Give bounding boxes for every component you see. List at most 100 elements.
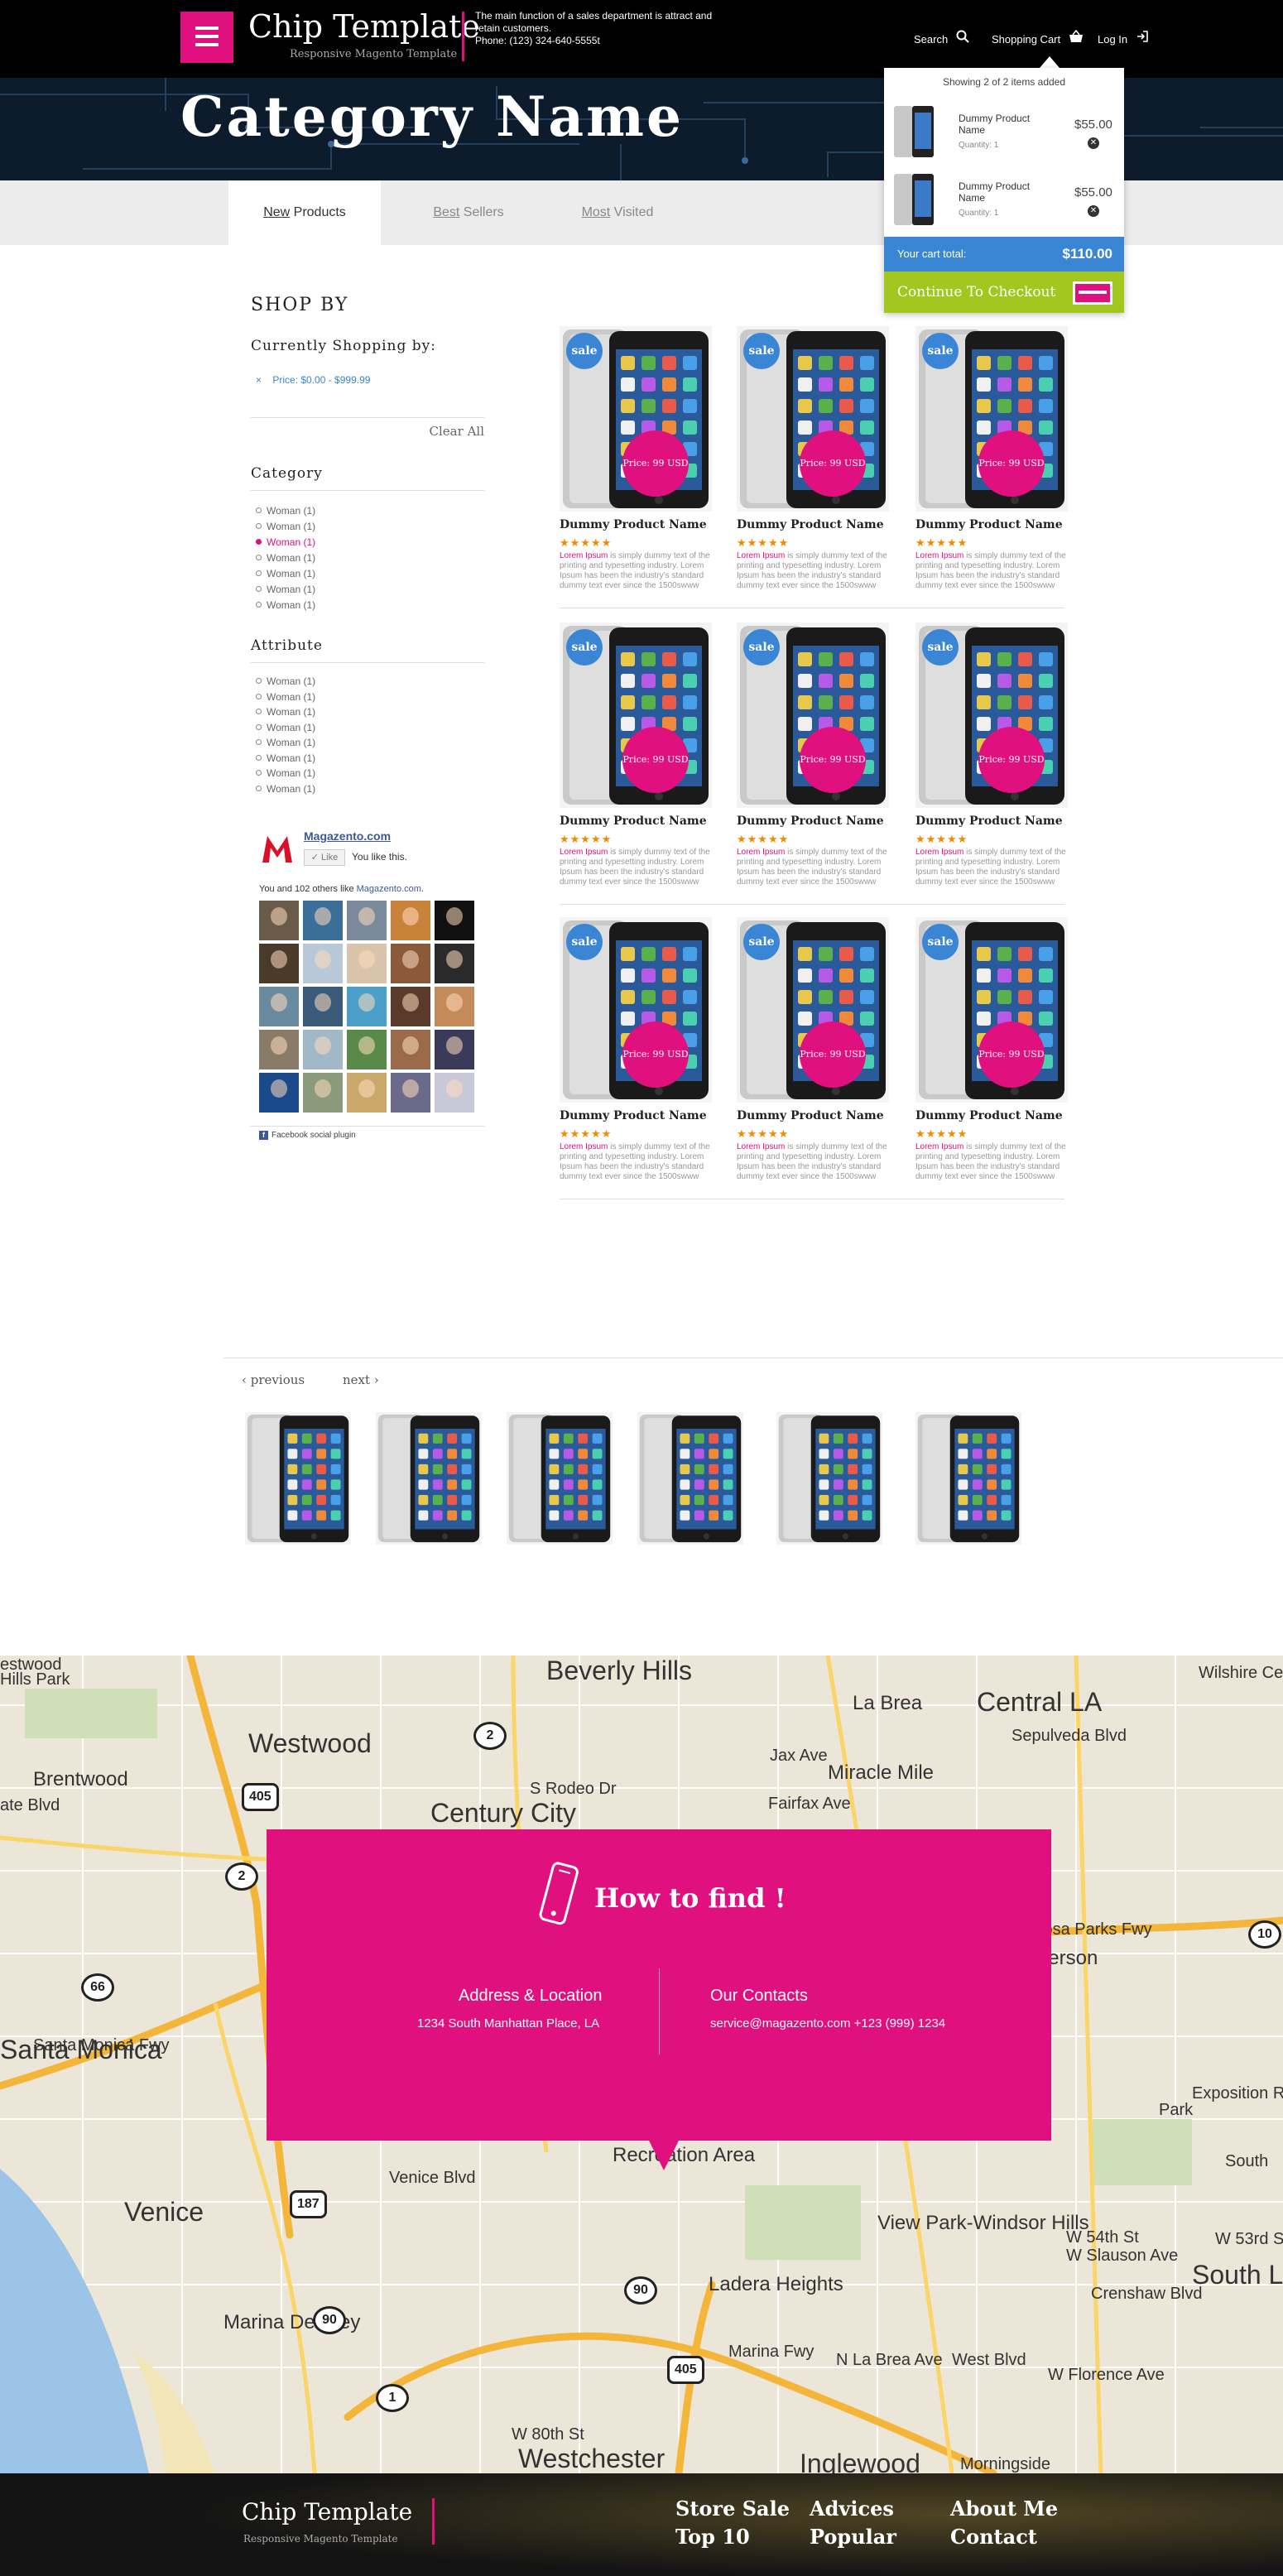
carousel-thumbnail[interactable] [245,1412,351,1545]
remove-icon[interactable]: ✕ [1088,137,1099,149]
category-option[interactable]: Woman (1) [256,584,315,595]
facebook-like-button[interactable]: ✓ Like [304,849,345,866]
carousel-thumbnail[interactable] [915,1412,1021,1545]
nav-cart-label: Shopping Cart [992,33,1061,46]
category-option[interactable]: Woman (1) [256,568,315,579]
attribute-option[interactable]: Woman (1) [256,783,315,795]
fan-avatar[interactable] [259,1073,299,1113]
fan-avatar[interactable] [347,901,387,940]
fan-avatar[interactable] [303,901,343,940]
fan-avatar[interactable] [435,944,474,983]
tab-new-products[interactable]: New Products [228,180,381,245]
product-name[interactable]: Dummy Product Name [560,815,707,828]
attribute-option[interactable]: Woman (1) [256,706,315,718]
product-name[interactable]: Dummy Product Name [915,815,1063,828]
tab-best-sellers[interactable]: Best Sellers [392,180,545,245]
fan-avatar[interactable] [259,1030,299,1069]
category-option[interactable]: Woman (1) [256,552,315,564]
clear-all-link[interactable]: Clear All [430,424,484,439]
category-option[interactable]: Woman (1) [256,536,315,548]
product-thumbnail[interactable] [892,104,935,159]
attribute-option[interactable]: Woman (1) [256,675,315,687]
fan-avatar[interactable] [435,1030,474,1069]
attribute-option[interactable]: Woman (1) [256,722,315,733]
fan-avatar[interactable] [347,1073,387,1113]
cart-item-name[interactable]: Dummy Product Name [959,113,1050,136]
highway-shield: 2 [473,1722,507,1750]
checkout-button[interactable]: Continue To Checkout [884,272,1124,313]
attribute-option[interactable]: Woman (1) [256,737,315,748]
map-place-label: Century City [430,1798,577,1828]
remove-icon[interactable]: ✕ [1088,205,1099,217]
footer-link-store-sale[interactable]: Store Sale [675,2497,790,2521]
cart-item-name[interactable]: Dummy Product Name [959,180,1050,204]
fan-avatar[interactable] [391,1073,430,1113]
product-name[interactable]: Dummy Product Name [737,815,884,828]
category-option-label: Woman (1) [267,536,316,548]
fan-avatar[interactable] [391,987,430,1026]
facebook-page-link[interactable]: Magazento.com [304,829,391,843]
nav-search[interactable]: Search [914,30,969,46]
carousel-thumbnail[interactable] [637,1412,743,1545]
checkout-label: Continue To Checkout [897,284,1056,300]
fan-avatar[interactable] [391,944,430,983]
footer-link-top-10[interactable]: Top 10 [675,2525,750,2549]
fan-avatar[interactable] [391,901,430,940]
footer-link-popular[interactable]: Popular [810,2525,896,2549]
contacts-text[interactable]: service@magazento.com +123 (999) 1234 [710,2016,945,2031]
fan-avatar[interactable] [435,987,474,1026]
product-name[interactable]: Dummy Product Name [737,1109,884,1122]
fan-avatar[interactable] [347,1030,387,1069]
attribute-option[interactable]: Woman (1) [256,752,315,764]
attribute-option-label: Woman (1) [267,752,316,764]
facebook-plugin-footer[interactable]: f Facebook social plugin [259,1131,356,1140]
category-option[interactable]: Woman (1) [256,521,315,532]
fan-avatar[interactable] [259,944,299,983]
fan-avatar[interactable] [259,987,299,1026]
carousel-thumbnail[interactable] [776,1412,882,1545]
price-badge: Price: 99 USD [622,727,689,793]
nav-cart[interactable]: Shopping Cart [992,29,1084,46]
product-name[interactable]: Dummy Product Name [915,1109,1063,1122]
footer-link-about-me[interactable]: About Me [950,2497,1058,2521]
attribute-option-label: Woman (1) [267,767,316,779]
fan-avatar[interactable] [435,1073,474,1113]
fan-avatar[interactable] [347,987,387,1026]
map-place-label: Park [1159,2101,1194,2119]
logo-title[interactable]: Chip Template [248,8,480,45]
footer-link-contact[interactable]: Contact [950,2525,1037,2549]
fan-avatar[interactable] [303,944,343,983]
fan-avatar[interactable] [435,901,474,940]
footer-link-advices[interactable]: Advices [810,2497,894,2521]
tab-most-visited[interactable]: Most Visited [541,180,694,245]
divider [251,417,484,418]
next-link[interactable]: next › [343,1372,379,1387]
previous-link[interactable]: ‹ previous [242,1372,305,1387]
product-name[interactable]: Dummy Product Name [560,1109,707,1122]
magazento-logo[interactable] [261,833,294,866]
menu-button[interactable] [180,12,233,63]
product-name[interactable]: Dummy Product Name [560,518,707,531]
category-option[interactable]: Woman (1) [256,599,315,611]
fan-avatar[interactable] [303,987,343,1026]
location-map[interactable]: Beverly Hills Westwood Brentwood Century Ci… [0,1656,1283,2473]
fan-avatar[interactable] [259,901,299,940]
product-name[interactable]: Dummy Product Name [915,518,1063,531]
fan-avatar[interactable] [303,1030,343,1069]
category-option[interactable]: Woman (1) [256,505,315,517]
footer-logo-title[interactable]: Chip Template [242,2498,412,2526]
product-name[interactable]: Dummy Product Name [737,518,884,531]
remove-filter-icon[interactable]: × [256,374,262,386]
facebook-others-link[interactable]: Magazento.com [357,884,421,894]
attribute-option[interactable]: Woman (1) [256,691,315,703]
fan-avatar[interactable] [347,944,387,983]
carousel-thumbnail[interactable] [507,1412,613,1545]
carousel-thumbnail[interactable] [376,1412,482,1545]
basket-icon [1069,29,1084,46]
fan-avatar[interactable] [391,1030,430,1069]
price-badge: Price: 99 USD [622,430,689,497]
nav-login[interactable]: Log In [1098,30,1149,46]
product-thumbnail[interactable] [892,172,935,227]
attribute-option[interactable]: Woman (1) [256,767,315,779]
fan-avatar[interactable] [303,1073,343,1113]
